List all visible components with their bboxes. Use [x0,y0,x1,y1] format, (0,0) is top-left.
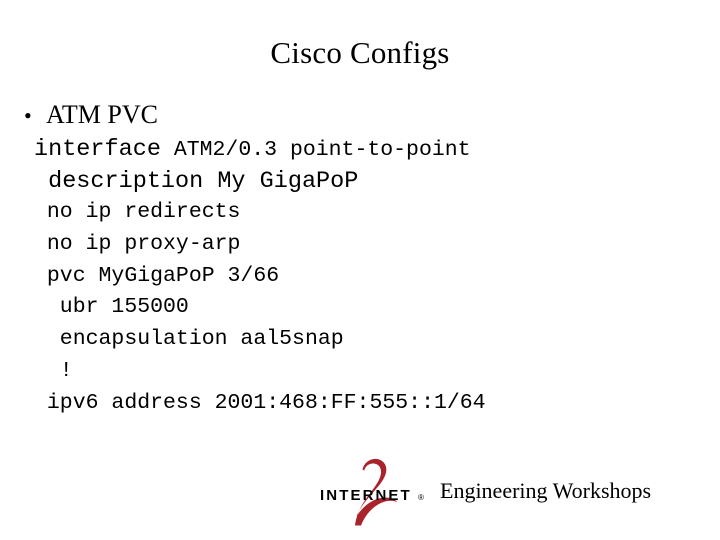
config-line: pvc MyGigaPoP 3/66 [34,263,280,288]
footer-label: Engineering Workshops [440,478,652,503]
config-line: encapsulation aal5snap [34,327,344,352]
bullet-list-item: • ATM PVC [24,99,158,132]
config-line: ubr 155000 [34,295,189,320]
config-line: description My GigaPoP [34,166,694,198]
bullet-item-label: ATM PVC [46,100,158,129]
config-line: interface ATM2/0.3 point-to-point [34,134,694,166]
config-line-keyword: description My GigaPoP [34,167,359,195]
config-line: ! [34,358,73,383]
config-line: no ip redirects [34,200,241,225]
logo-registered-mark: ® [418,493,424,502]
svg-text:INTERNET: INTERNET [320,487,412,504]
svg-text:®: ® [418,493,424,502]
config-line-args: ATM2/0.3 point-to-point [160,138,471,162]
config-line: ipv6 address 2001:468:FF:555::1/64 [34,390,486,415]
internet2-logo: INTERNET ® [318,456,436,528]
bullet-marker-icon: • [24,103,32,128]
page-title: Cisco Configs [270,35,450,70]
config-line: no ip proxy-arp [34,232,241,257]
slide-footer: INTERNET ® Engineering Workshops [318,452,718,532]
config-line-keyword: interface [34,136,161,163]
logo-wordmark: INTERNET [320,487,412,504]
config-code-block: interface ATM2/0.3 point-to-point descri… [34,134,694,419]
